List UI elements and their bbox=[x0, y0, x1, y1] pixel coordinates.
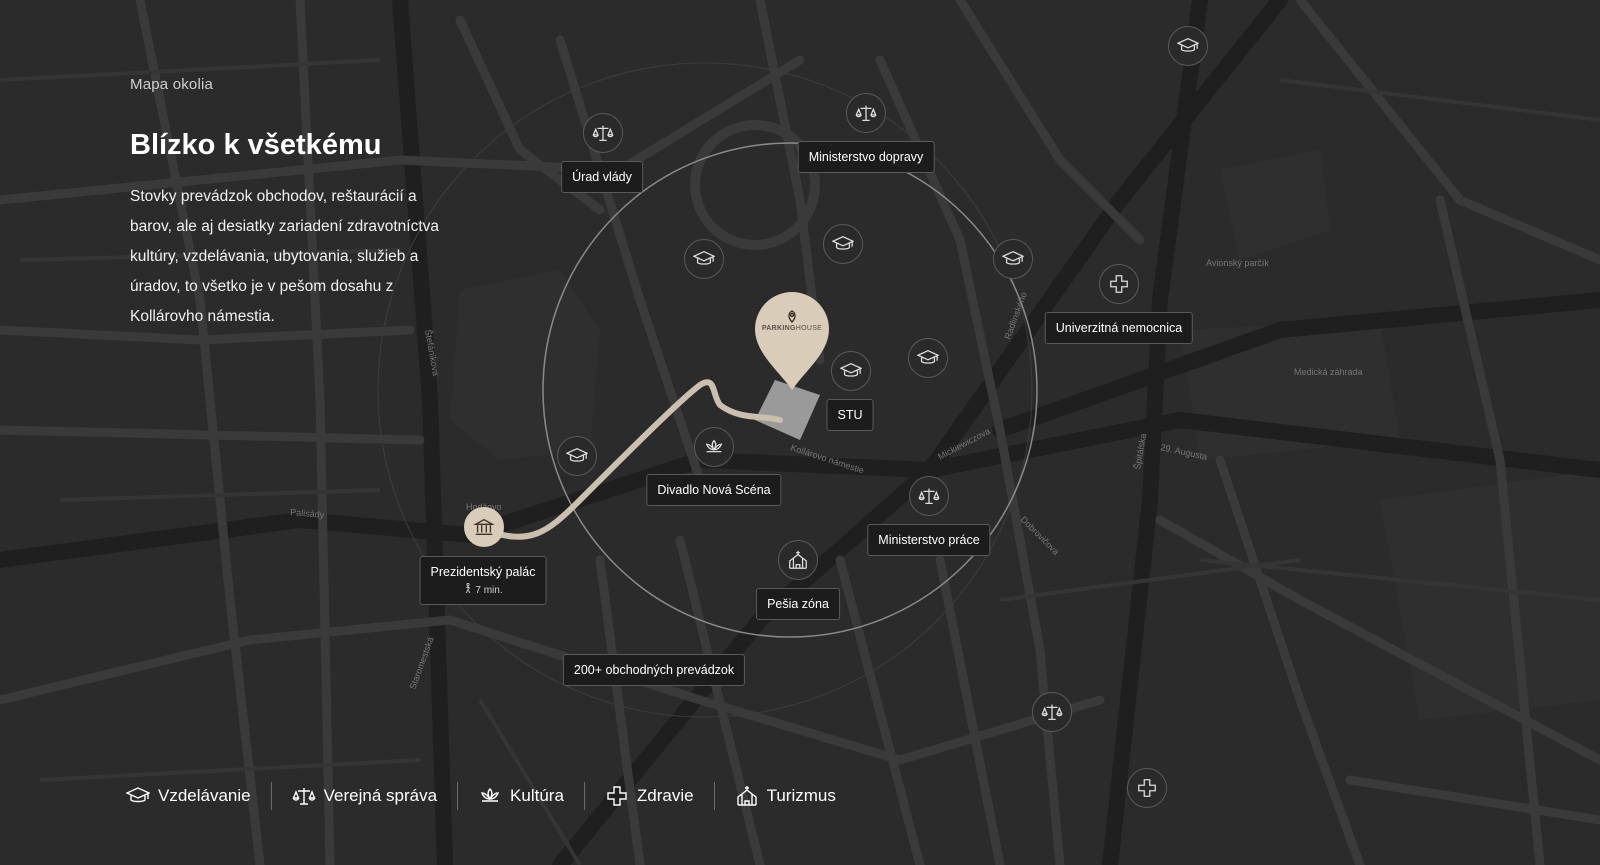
graduation-cap-icon bbox=[126, 787, 150, 803]
legend-label: Vzdelávanie bbox=[158, 786, 251, 805]
label-ministerstvo-prace[interactable]: Ministerstvo práce bbox=[867, 524, 991, 556]
poi-school-graduation-cap-icon[interactable] bbox=[993, 239, 1033, 279]
legend-item-verejna-sprava[interactable]: Verejná správa bbox=[270, 782, 457, 810]
page-title: Blízko k všetkému bbox=[130, 129, 382, 161]
street-label-medicka-zahrada: Medická záhrada bbox=[1294, 367, 1363, 377]
legend-label: Turizmus bbox=[766, 786, 836, 805]
poi-pesia-zona-church-icon[interactable] bbox=[778, 540, 818, 580]
poi-ministerstvo-prace-scales-icon[interactable] bbox=[909, 476, 949, 516]
brand-light: HOUSE bbox=[795, 325, 823, 332]
label-univerzitna-nemocnica[interactable]: Univerzitná nemocnica bbox=[1044, 312, 1194, 344]
poi-school-graduation-cap-icon[interactable] bbox=[908, 338, 948, 378]
legend-label: Zdravie bbox=[636, 786, 694, 805]
poi-prezidentsky-palac-museum-icon[interactable] bbox=[464, 507, 504, 547]
cross-icon bbox=[607, 786, 627, 806]
poi-stu-graduation-cap-icon[interactable] bbox=[831, 351, 871, 391]
label-ministerstvo-dopravy[interactable]: Ministerstvo dopravy bbox=[797, 141, 935, 173]
label-obchodne-prevadzky[interactable]: 200+ obchodných prevádzok bbox=[562, 654, 746, 686]
legend-item-vzdelavanie[interactable]: Vzdelávanie bbox=[126, 782, 271, 810]
parking-house-logo: PARKINGHOUSE bbox=[753, 325, 831, 332]
church-icon bbox=[736, 786, 757, 806]
poi-univerzitna-nemocnica-cross-icon[interactable] bbox=[1099, 264, 1139, 304]
poi-urad-vlady-scales-icon[interactable] bbox=[583, 113, 623, 153]
section-eyebrow: Mapa okolia bbox=[130, 76, 214, 93]
walk-time-value: 7 min. bbox=[475, 585, 503, 596]
poi-divadlo-lotus-icon[interactable] bbox=[694, 427, 734, 467]
label-prezidentsky-palac[interactable]: Prezidentský palác 7 min. bbox=[419, 556, 547, 605]
poi-health-cross-icon[interactable] bbox=[1127, 768, 1167, 808]
legend-label: Kultúra bbox=[510, 786, 564, 805]
label-urad-vlady[interactable]: Úrad vlády bbox=[561, 161, 643, 193]
scales-icon bbox=[292, 788, 316, 805]
label-divadlo-nova-scena[interactable]: Divadlo Nová Scéna bbox=[646, 474, 782, 506]
poi-government-scales-icon[interactable] bbox=[1032, 692, 1072, 732]
poi-university-graduation-cap-icon[interactable] bbox=[1168, 26, 1208, 66]
legend-item-kultura[interactable]: Kultúra bbox=[457, 782, 584, 810]
label-prezidentsky-palac-title: Prezidentský palác bbox=[430, 565, 536, 579]
street-label-avionsky-parcik: Avionský parčík bbox=[1206, 258, 1269, 268]
intro-panel: Mapa okolia Blízko k všetkému Stovky pre… bbox=[130, 76, 460, 332]
poi-school-graduation-cap-icon[interactable] bbox=[823, 224, 863, 264]
poi-school-graduation-cap-icon[interactable] bbox=[684, 239, 724, 279]
category-legend: Vzdelávanie Verejná správa Kultúra Zdrav… bbox=[126, 782, 856, 810]
poi-school-graduation-cap-icon[interactable] bbox=[557, 436, 597, 476]
page-description: Stovky prevádzok obchodov, reštaurácií a… bbox=[130, 188, 440, 325]
brand-bold: PARKING bbox=[761, 325, 796, 332]
legend-label: Verejná správa bbox=[323, 786, 438, 805]
lotus-icon bbox=[480, 788, 500, 802]
walking-person-icon bbox=[465, 582, 471, 594]
parking-house-pin-icon[interactable] bbox=[753, 291, 831, 391]
label-stu[interactable]: STU bbox=[826, 399, 874, 431]
legend-item-zdravie[interactable]: Zdravie bbox=[583, 782, 714, 810]
label-pesia-zona[interactable]: Pešia zóna bbox=[756, 588, 840, 620]
walk-time: 7 min. bbox=[431, 582, 536, 596]
poi-ministerstvo-dopravy-scales-icon[interactable] bbox=[846, 93, 886, 133]
legend-item-turizmus[interactable]: Turizmus bbox=[713, 782, 856, 810]
